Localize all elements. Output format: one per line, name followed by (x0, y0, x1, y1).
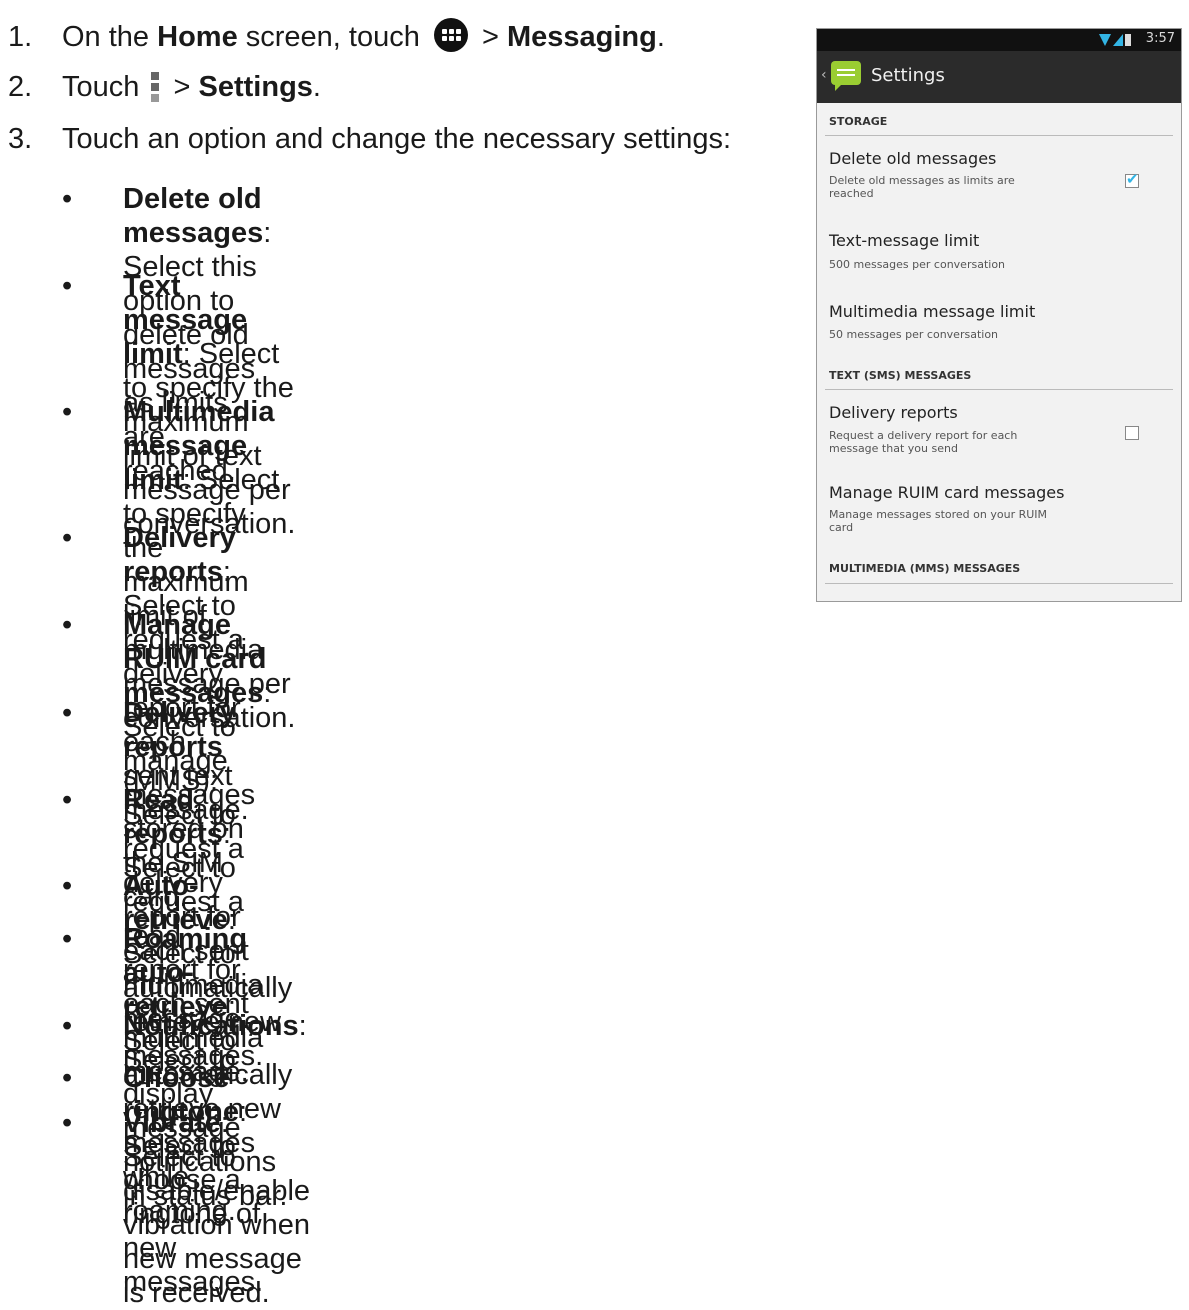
step-3: 3. Touch an option and change the necessa… (8, 122, 731, 156)
section-header-text-sms: TEXT (SMS) MESSAGES (829, 369, 972, 382)
bullet-dot: • (62, 784, 73, 816)
section-header-storage: STORAGE (829, 115, 888, 128)
bullet-dot: • (62, 923, 73, 955)
step-1: 1. On the Home screen, touch > Messaging. (8, 18, 665, 54)
signal-icons (1099, 34, 1131, 46)
bullet-dot: • (62, 396, 73, 428)
pref-mms-limit-summary: 50 messages per conversation (829, 328, 998, 341)
step-text: > (473, 21, 507, 53)
step-text: screen, touch (237, 21, 428, 53)
status-time: 3:57 (1145, 31, 1175, 46)
step-number: 1. (8, 21, 33, 53)
bullet-dot: • (62, 1107, 73, 1139)
bullet-term: Delete old messages (123, 183, 264, 249)
step-bold-text: Home (157, 21, 238, 53)
bullet-text: Vibrate: Select to disable/enable vibrat… (123, 1106, 310, 1310)
bullet-term: Manage RUIM card messages (123, 609, 267, 709)
section-header-mms: MULTIMEDIA (MMS) MESSAGES (829, 562, 1021, 575)
summary-line: 50 messages per conversation (829, 328, 999, 341)
pref-delivery-reports-summary: Request a delivery report for each messa… (829, 429, 1017, 455)
bullet-dot: • (62, 270, 73, 302)
bullet-term: Delivery reports (123, 522, 236, 588)
summary-line: Manage messages stored on your RUIM (829, 508, 1048, 521)
step-number: 3. (8, 123, 33, 155)
step-text: Touch an option and change the necessary… (62, 123, 732, 155)
pref-text-message-limit-title[interactable]: Text-message limit (829, 231, 979, 250)
pref-text-message-limit-summary: 500 messages per conversation (829, 258, 1005, 271)
step-text: . (312, 71, 321, 103)
step-text: Touch (62, 71, 148, 103)
divider (825, 389, 1173, 390)
summary-line: Request a delivery report for each (829, 429, 1018, 442)
back-caret-icon[interactable]: ‹ (821, 67, 827, 83)
status-bar: 3:57 (817, 29, 1181, 51)
step-text: On the (62, 21, 158, 53)
bullet-term: Read reports (123, 784, 223, 850)
step-2: 2. Touch > Settings. (8, 70, 321, 104)
step-bold-text: Settings (198, 71, 313, 103)
summary-line: 500 messages per conversation (829, 258, 1006, 271)
bullet-dot: • (62, 697, 73, 729)
step-text: . (656, 21, 665, 53)
divider (825, 583, 1173, 584)
divider (825, 135, 1173, 136)
summary-line: message that you send (829, 442, 958, 455)
bullet-dot: • (62, 609, 73, 641)
bullet-dot: • (62, 183, 73, 215)
pref-manage-ruim-summary: Manage messages stored on your RUIM card (829, 508, 1047, 534)
menu-dots-icon (151, 72, 160, 102)
apps-grid-icon (433, 18, 468, 52)
battery-icon (1125, 34, 1131, 46)
pref-manage-ruim-title[interactable]: Manage RUIM card messages (829, 483, 1064, 502)
pref-delete-old-messages-summary: Delete old messages as limits are reache… (829, 174, 1015, 200)
bullet-term: Notifications (123, 1010, 299, 1042)
screen-title: Settings (871, 65, 945, 86)
messaging-app-icon[interactable] (831, 61, 861, 91)
bullet-dot: • (62, 522, 73, 554)
summary-line: reached (829, 187, 874, 200)
step-number: 2. (8, 71, 33, 103)
pref-mms-limit-title[interactable]: Multimedia message limit (829, 302, 1035, 321)
summary-line: Delete old messages as limits are (829, 174, 1015, 187)
bullet-dot: • (62, 1010, 73, 1042)
wifi-icon (1099, 34, 1111, 46)
pref-delivery-reports-title[interactable]: Delivery reports (829, 403, 958, 422)
cell-signal-icon (1113, 34, 1123, 46)
summary-line: card (829, 521, 854, 534)
phone-screenshot: 3:57 ‹ Settings STORAGE Delete old messa… (816, 28, 1182, 602)
bullet-dot: • (62, 870, 73, 902)
bullet-dot: • (62, 1062, 73, 1094)
action-bar: ‹ Settings (817, 51, 1181, 103)
pref-delete-old-messages-title[interactable]: Delete old messages (829, 149, 996, 168)
bullet-term: Delivery reports (123, 697, 236, 763)
step-bold-text: Messaging (506, 21, 657, 53)
delete-old-messages-checkbox[interactable] (1125, 170, 1139, 188)
bullet-term: Vibrate (123, 1107, 221, 1139)
step-text: > (165, 71, 199, 103)
delivery-reports-checkbox[interactable] (1125, 426, 1139, 440)
